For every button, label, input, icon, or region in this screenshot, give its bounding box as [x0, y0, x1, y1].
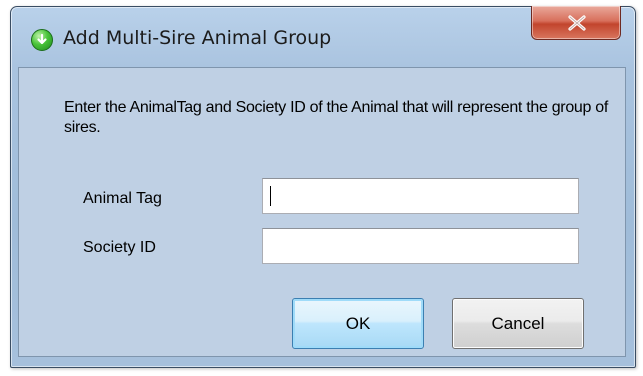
text-cursor [270, 186, 271, 206]
green-arrow-icon [31, 29, 53, 51]
title-bar[interactable]: Add Multi-Sire Animal Group [11, 6, 635, 67]
close-icon [568, 15, 586, 31]
window-title: Add Multi-Sire Animal Group [63, 27, 332, 49]
society-id-label: Society ID [83, 239, 156, 256]
instruction-text: Enter the AnimalTag and Society ID of th… [64, 99, 609, 136]
dialog-body: Enter the AnimalTag and Society ID of th… [18, 67, 626, 357]
animal-tag-label: Animal Tag [83, 190, 162, 207]
dialog-window: Add Multi-Sire Animal Group Enter the An… [10, 6, 636, 368]
society-id-input[interactable] [262, 228, 579, 264]
ok-button[interactable]: OK [292, 298, 424, 349]
animal-tag-input[interactable] [262, 178, 579, 214]
close-button[interactable] [531, 6, 621, 40]
cancel-button[interactable]: Cancel [452, 298, 584, 349]
